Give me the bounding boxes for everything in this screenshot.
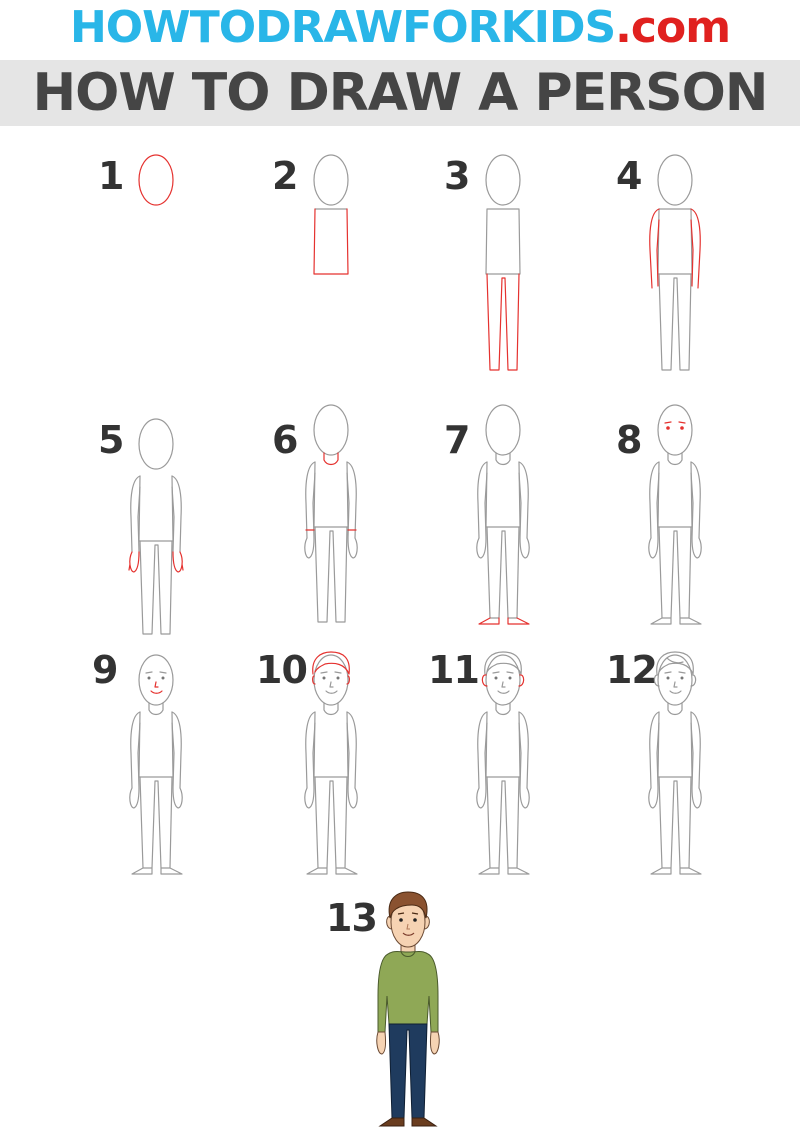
- step-5-drawing: [128, 418, 184, 635]
- step-4-drawing: [649, 154, 701, 371]
- step-2-drawing: [313, 154, 349, 275]
- site-header: HOWTODRAWFORKIDS.com: [0, 0, 800, 56]
- step-1-drawing: [138, 154, 174, 206]
- step-8-drawing: [648, 404, 702, 625]
- step-label-8: 8: [616, 418, 642, 462]
- step-label-2: 2: [272, 154, 298, 198]
- step-label-6: 6: [272, 418, 298, 462]
- title-bar: HOW TO DRAW A PERSON: [0, 60, 800, 126]
- step-label-3: 3: [444, 154, 470, 198]
- step-3-drawing: [485, 154, 521, 371]
- step-10-drawing: [304, 651, 358, 875]
- step-7-drawing: [476, 404, 530, 625]
- step-9-drawing: [129, 654, 183, 875]
- step-13-drawing: [376, 891, 440, 1127]
- site-name[interactable]: HOWTODRAWFORKIDS.com: [70, 0, 731, 56]
- site-tld: .com: [615, 2, 731, 53]
- step-6-drawing: [304, 404, 358, 623]
- step-label-7: 7: [444, 418, 470, 462]
- step-12-drawing: [648, 651, 702, 875]
- step-label-4: 4: [616, 154, 642, 198]
- step-11-drawing: [476, 651, 530, 875]
- step-label-13: 13: [326, 896, 378, 940]
- page-title: HOW TO DRAW A PERSON: [32, 63, 769, 123]
- step-label-9: 9: [92, 648, 118, 692]
